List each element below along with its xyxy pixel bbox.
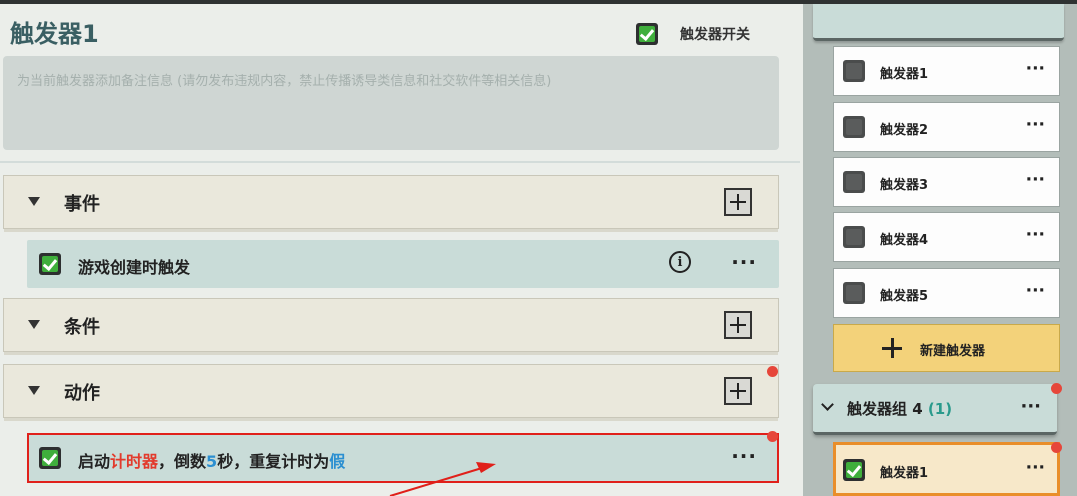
- section-actions[interactable]: 动作: [3, 364, 779, 421]
- trigger-group-header-collapsed[interactable]: [813, 4, 1064, 41]
- sidebar-item-more-button[interactable]: ···: [1026, 170, 1045, 190]
- event-item-checkbox[interactable]: [39, 253, 61, 275]
- divider: [0, 161, 800, 163]
- new-trigger-label: 新建触发器: [920, 344, 986, 359]
- group-item-checkbox[interactable]: [843, 459, 865, 481]
- sidebar-item-trigger2[interactable]: 触发器2 ···: [833, 102, 1060, 152]
- notification-dot: [767, 431, 778, 442]
- sidebar-item-checkbox[interactable]: [843, 116, 865, 138]
- action-item[interactable]: 启动计时器，倒数5秒，重复计时为假 ···: [27, 434, 779, 482]
- group-item-label: 触发器1: [880, 466, 929, 481]
- trigger-list-panel: 触发器1 ··· 触发器2 ··· 触发器3 ··· 触发器4 ··· 触发器5…: [803, 4, 1077, 496]
- action-item-more-button[interactable]: ···: [731, 444, 757, 468]
- add-event-button[interactable]: [724, 188, 752, 216]
- collapse-arrow-icon[interactable]: [28, 320, 40, 329]
- info-icon[interactable]: i: [669, 251, 691, 273]
- sidebar-item-more-button[interactable]: ···: [1026, 281, 1045, 301]
- sidebar-item-checkbox[interactable]: [843, 171, 865, 193]
- collapse-arrow-icon[interactable]: [28, 197, 40, 206]
- sidebar-item-label: 触发器4: [880, 233, 929, 248]
- sidebar-item-label: 触发器1: [880, 67, 929, 82]
- plus-icon: [882, 338, 902, 358]
- sidebar-item-label: 触发器2: [880, 123, 929, 138]
- action-item-label: 启动计时器，倒数5秒，重复计时为假: [78, 452, 346, 471]
- sidebar-item-more-button[interactable]: ···: [1026, 225, 1045, 245]
- sidebar-item-trigger5[interactable]: 触发器5 ···: [833, 268, 1060, 318]
- chevron-down-icon[interactable]: [821, 398, 834, 411]
- add-action-button[interactable]: [724, 377, 752, 405]
- sidebar-item-more-button[interactable]: ···: [1026, 115, 1045, 135]
- notification-dot: [1051, 442, 1062, 453]
- trigger-switch-label: 触发器开关: [680, 27, 750, 43]
- sidebar-item-checkbox[interactable]: [843, 60, 865, 82]
- trigger-editor-panel: 触发器1 触发器开关 为当前触发器添加备注信息 (请勿发布违规内容，禁止传播诱导…: [0, 4, 800, 496]
- section-conditions-label: 条件: [64, 317, 100, 338]
- sidebar-item-trigger3[interactable]: 触发器3 ···: [833, 157, 1060, 207]
- sidebar-item-trigger1[interactable]: 触发器1 ···: [833, 46, 1060, 96]
- trigger-group-header[interactable]: 触发器组 4 (1) ···: [813, 384, 1057, 435]
- notification-dot: [767, 366, 778, 377]
- trigger-group-label: 触发器组 4 (1): [847, 400, 953, 418]
- section-conditions[interactable]: 条件: [3, 298, 779, 355]
- notification-dot: [1051, 383, 1062, 394]
- note-placeholder: 为当前触发器添加备注信息 (请勿发布违规内容，禁止传播诱导类信息和社交软件等相关…: [17, 74, 552, 89]
- note-textarea[interactable]: 为当前触发器添加备注信息 (请勿发布违规内容，禁止传播诱导类信息和社交软件等相关…: [3, 56, 779, 150]
- action-item-checkbox[interactable]: [39, 447, 61, 469]
- section-events-label: 事件: [64, 194, 100, 215]
- sidebar-item-label: 触发器5: [880, 289, 929, 304]
- sidebar-item-more-button[interactable]: ···: [1026, 59, 1045, 79]
- collapse-arrow-icon[interactable]: [28, 386, 40, 395]
- new-trigger-button[interactable]: 新建触发器: [833, 324, 1060, 372]
- trigger-switch-checkbox[interactable]: [636, 23, 658, 45]
- group-item-trigger1[interactable]: 触发器1 ···: [833, 442, 1060, 496]
- sidebar-item-label: 触发器3: [880, 178, 929, 193]
- event-item[interactable]: 游戏创建时触发 i ···: [27, 240, 779, 288]
- trigger-group-more-button[interactable]: ···: [1020, 396, 1041, 417]
- event-item-more-button[interactable]: ···: [731, 250, 757, 274]
- add-condition-button[interactable]: [724, 311, 752, 339]
- event-item-label: 游戏创建时触发: [78, 258, 191, 277]
- section-events[interactable]: 事件: [3, 175, 779, 232]
- trigger-switch[interactable]: 触发器开关: [636, 23, 750, 45]
- section-actions-label: 动作: [64, 383, 100, 404]
- group-item-more-button[interactable]: ···: [1026, 458, 1045, 478]
- sidebar-item-trigger4[interactable]: 触发器4 ···: [833, 212, 1060, 262]
- trigger-title: 触发器1: [10, 20, 99, 48]
- sidebar-item-checkbox[interactable]: [843, 282, 865, 304]
- sidebar-item-checkbox[interactable]: [843, 226, 865, 248]
